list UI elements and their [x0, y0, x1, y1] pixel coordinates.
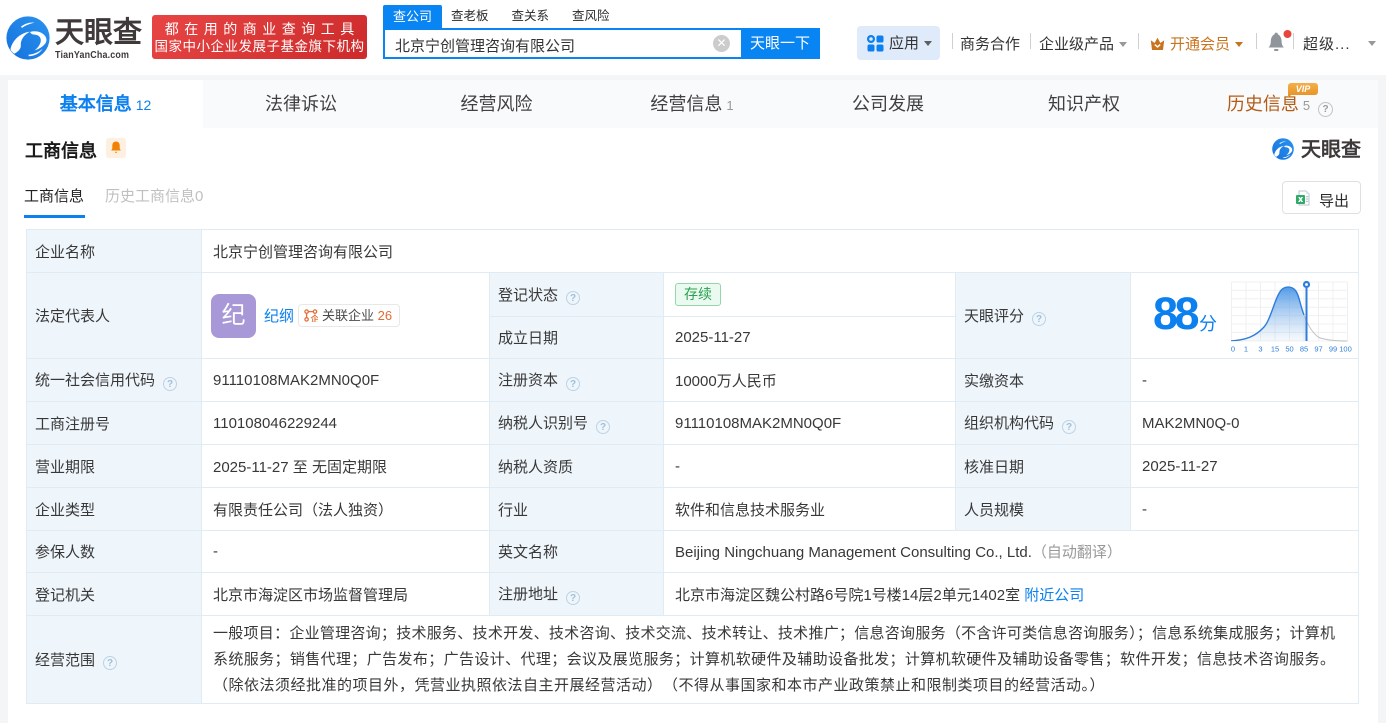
svg-text:企: 企: [310, 314, 318, 322]
svg-text:0: 0: [1231, 345, 1235, 354]
svg-text:100: 100: [1339, 345, 1352, 354]
svg-text:50: 50: [1285, 345, 1293, 354]
svg-text:97: 97: [1314, 345, 1322, 354]
svg-text:1: 1: [1244, 345, 1248, 354]
svg-text:85: 85: [1300, 345, 1308, 354]
svg-text:3: 3: [1258, 345, 1262, 354]
svg-text:99: 99: [1329, 345, 1337, 354]
svg-text:15: 15: [1271, 345, 1279, 354]
